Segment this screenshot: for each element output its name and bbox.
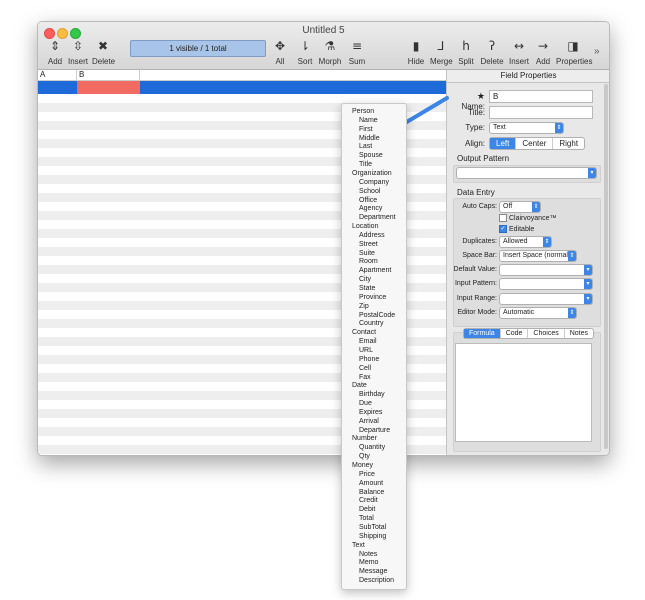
menu-group-header: Money: [352, 462, 374, 469]
menu-item[interactable]: Credit: [359, 496, 378, 505]
menu-group-header: Number: [352, 435, 377, 443]
menu-item[interactable]: URL: [359, 346, 373, 355]
menu-group-header: Location: [352, 223, 379, 231]
menu-item[interactable]: Last: [359, 142, 372, 151]
menu-item[interactable]: Agency: [359, 204, 382, 213]
menu-item[interactable]: Spouse: [359, 151, 383, 160]
menu-item[interactable]: SubTotal: [359, 523, 386, 532]
menu-item[interactable]: City: [359, 275, 371, 284]
menu-item[interactable]: Company: [359, 178, 389, 187]
menu-item[interactable]: Amount: [359, 479, 383, 488]
menu-item[interactable]: Balance: [359, 488, 384, 497]
menu-item[interactable]: Quantity: [359, 443, 385, 452]
menu-item[interactable]: Shipping: [359, 532, 386, 541]
menu-item[interactable]: Name: [359, 116, 378, 125]
menu-item[interactable]: Address: [359, 231, 385, 240]
menu-item[interactable]: Memo: [359, 558, 378, 567]
menu-item[interactable]: Middle: [359, 134, 380, 143]
menu-item[interactable]: First: [359, 125, 373, 134]
arrow-shaft: [398, 96, 449, 128]
menu-item[interactable]: Message: [359, 567, 387, 576]
menu-item[interactable]: Title: [359, 160, 372, 169]
menu-item[interactable]: Cell: [359, 364, 371, 373]
menu-item[interactable]: Email: [359, 337, 377, 346]
menu-item[interactable]: Country: [359, 319, 384, 328]
menu-item[interactable]: Expires: [359, 408, 382, 417]
menu-item[interactable]: Zip: [359, 302, 369, 311]
menu-item[interactable]: State: [359, 284, 375, 293]
pointer-arrow-overlay: [385, 96, 449, 134]
menu-item[interactable]: Price: [359, 470, 375, 479]
menu-group-header: Organization: [352, 169, 392, 177]
menu-item[interactable]: Fax: [359, 373, 371, 382]
menu-item[interactable]: Description: [359, 576, 394, 585]
menu-item[interactable]: Office: [359, 196, 377, 205]
menu-item[interactable]: PostalCode: [359, 311, 395, 320]
menu-group-header: Person: [352, 108, 375, 115]
menu-item[interactable]: Suite: [359, 249, 375, 258]
menu-group-header: Contact: [352, 329, 377, 337]
menu-item[interactable]: Birthday: [359, 390, 385, 399]
menu-item[interactable]: Qty: [359, 452, 370, 461]
menu-item[interactable]: Departure: [359, 426, 390, 435]
menu-item[interactable]: Street: [359, 240, 378, 249]
menu-item[interactable]: Room: [359, 257, 378, 266]
menu-item[interactable]: Due: [359, 399, 372, 408]
menu-item[interactable]: Arrival: [359, 417, 379, 426]
menu-item[interactable]: Notes: [359, 550, 377, 559]
menu-item[interactable]: Total: [359, 514, 374, 523]
menu-item[interactable]: Apartment: [359, 266, 391, 275]
menu-group-header: Text: [352, 541, 365, 549]
menu-item[interactable]: Phone: [359, 355, 379, 364]
field-name-suggestions-menu[interactable]: Person Name First Middle Last Spouse Title Orga…: [341, 103, 407, 590]
menu-item[interactable]: Province: [359, 293, 386, 302]
menu-group-header: Date: [352, 382, 367, 390]
menu-item[interactable]: Department: [359, 213, 396, 222]
menu-item[interactable]: School: [359, 187, 380, 196]
menu-item[interactable]: Debit: [359, 505, 375, 514]
